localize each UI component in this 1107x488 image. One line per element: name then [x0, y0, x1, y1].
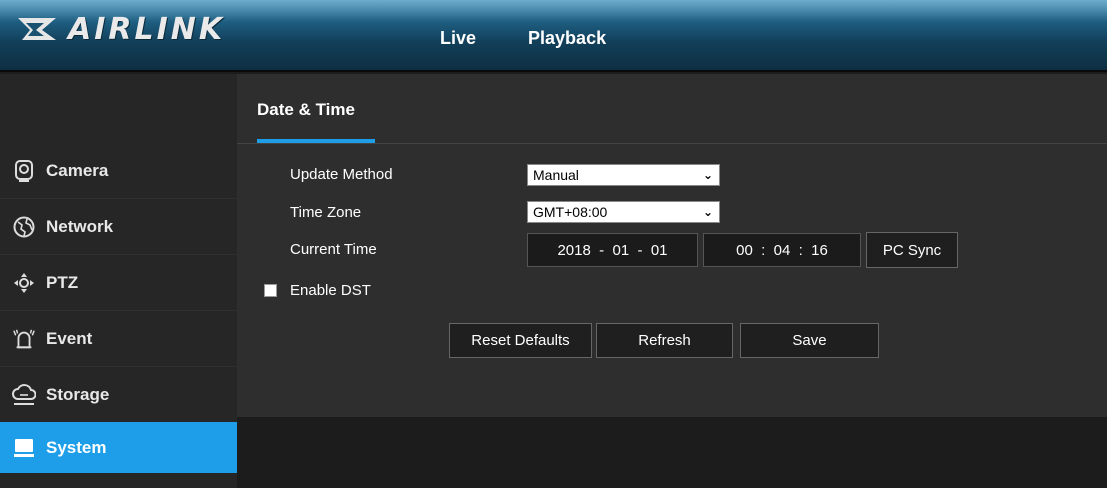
- ptz-directional-icon: [12, 271, 36, 295]
- enable-dst-label: Enable DST: [290, 282, 371, 299]
- airlink-logo-icon: [18, 18, 56, 40]
- sidebar-item-camera[interactable]: Camera: [0, 144, 237, 199]
- update-method-label: Update Method: [290, 166, 393, 183]
- sidebar-item-label: PTZ: [46, 273, 79, 292]
- time-zone-value: GMT+08:00: [533, 204, 608, 220]
- update-method-select[interactable]: Manual ⌄: [527, 164, 720, 186]
- sidebar-item-event[interactable]: Event: [0, 312, 237, 367]
- nav-live[interactable]: Live: [440, 28, 476, 49]
- sidebar-item-label: Event: [46, 329, 93, 348]
- sidebar-item-label: Camera: [46, 161, 109, 180]
- sidebar-item-storage[interactable]: Storage: [0, 368, 237, 423]
- sidebar-item-ptz[interactable]: PTZ: [0, 256, 237, 311]
- time-zone-label: Time Zone: [290, 204, 362, 221]
- footer-band: [237, 417, 1107, 488]
- top-header: AIRLINK Live Playback: [0, 0, 1107, 72]
- chevron-down-icon: ⌄: [702, 205, 713, 219]
- date-field[interactable]: 2018 - 01 - 01: [527, 233, 698, 267]
- save-button[interactable]: Save: [740, 323, 879, 358]
- sidebar-item-label: Network: [46, 217, 114, 236]
- enable-dst-checkbox[interactable]: [264, 284, 277, 297]
- current-time-label: Current Time: [290, 241, 377, 258]
- tab-date-time[interactable]: Date & Time: [257, 100, 355, 120]
- monitor-icon: [12, 436, 36, 460]
- active-tab-indicator: [257, 139, 375, 143]
- sidebar: Camera Network PTZ Event Storage System: [0, 74, 250, 488]
- sidebar-item-label: Storage: [46, 385, 110, 404]
- time-field[interactable]: 00 : 04 : 16: [703, 233, 861, 267]
- reset-defaults-button[interactable]: Reset Defaults: [449, 323, 592, 358]
- network-globe-icon: [12, 215, 36, 239]
- alarm-bell-icon: [12, 327, 36, 351]
- brand-logo: AIRLINK: [16, 11, 226, 47]
- time-zone-select[interactable]: GMT+08:00 ⌄: [527, 201, 720, 223]
- top-nav: Live Playback: [440, 28, 606, 49]
- sidebar-item-system[interactable]: System: [0, 422, 250, 473]
- update-method-value: Manual: [533, 167, 579, 183]
- pc-sync-button[interactable]: PC Sync: [866, 232, 958, 268]
- cloud-storage-icon: [12, 383, 36, 407]
- sidebar-item-network[interactable]: Network: [0, 200, 237, 255]
- sidebar-item-label: System: [46, 437, 107, 457]
- settings-panel: Date & Time Update Method Manual ⌄ Time …: [237, 74, 1107, 417]
- camera-icon: [12, 159, 36, 183]
- tab-bar: Date & Time: [237, 74, 1107, 144]
- refresh-button[interactable]: Refresh: [596, 323, 733, 358]
- nav-playback[interactable]: Playback: [528, 28, 606, 49]
- logo-text: AIRLINK: [68, 11, 226, 47]
- chevron-down-icon: ⌄: [702, 168, 713, 182]
